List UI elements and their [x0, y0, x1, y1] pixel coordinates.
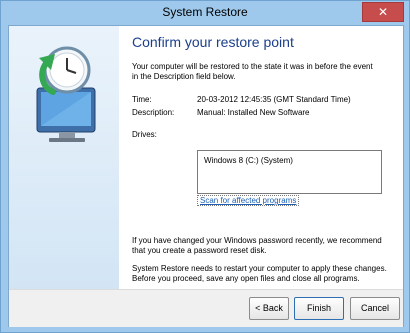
finish-button[interactable]: Finish	[294, 297, 344, 320]
system-restore-window: System Restore ✕ Confirm your restore po…	[0, 0, 410, 333]
left-banner-panel	[9, 26, 119, 326]
time-value: 20-03-2012 12:45:35 (GMT Standard Time)	[197, 95, 351, 104]
dialog-footer: < Back Finish Cancel	[9, 289, 403, 327]
dialog-client-area: Confirm your restore point Your computer…	[8, 25, 404, 327]
page-heading: Confirm your restore point	[132, 34, 294, 50]
back-button[interactable]: < Back	[249, 297, 289, 320]
intro-text-line1: Your computer will be restored to the st…	[132, 62, 373, 71]
close-button[interactable]: ✕	[362, 2, 404, 22]
drives-label: Drives:	[132, 130, 157, 139]
intro-text-line2: in the Description field below.	[132, 72, 236, 81]
description-label: Description:	[132, 108, 175, 117]
password-note-line2: that you create a password reset disk.	[132, 246, 267, 255]
restart-note-line1: System Restore needs to restart your com…	[132, 264, 387, 273]
system-restore-icon	[36, 46, 96, 142]
drives-list[interactable]: Windows 8 (C:) (System)	[197, 150, 382, 194]
window-title: System Restore	[162, 5, 248, 19]
close-icon: ✕	[377, 5, 389, 19]
drive-item[interactable]: Windows 8 (C:) (System)	[204, 156, 293, 165]
cancel-button[interactable]: Cancel	[350, 297, 400, 320]
title-bar[interactable]: System Restore ✕	[1, 1, 409, 25]
description-value: Manual: Installed New Software	[197, 108, 310, 117]
restart-note-line2: Before you proceed, save any open files …	[132, 274, 360, 283]
scan-for-affected-programs-link[interactable]: Scan for affected programs	[197, 195, 300, 206]
time-label: Time:	[132, 95, 152, 104]
password-note-line1: If you have changed your Windows passwor…	[132, 236, 382, 245]
